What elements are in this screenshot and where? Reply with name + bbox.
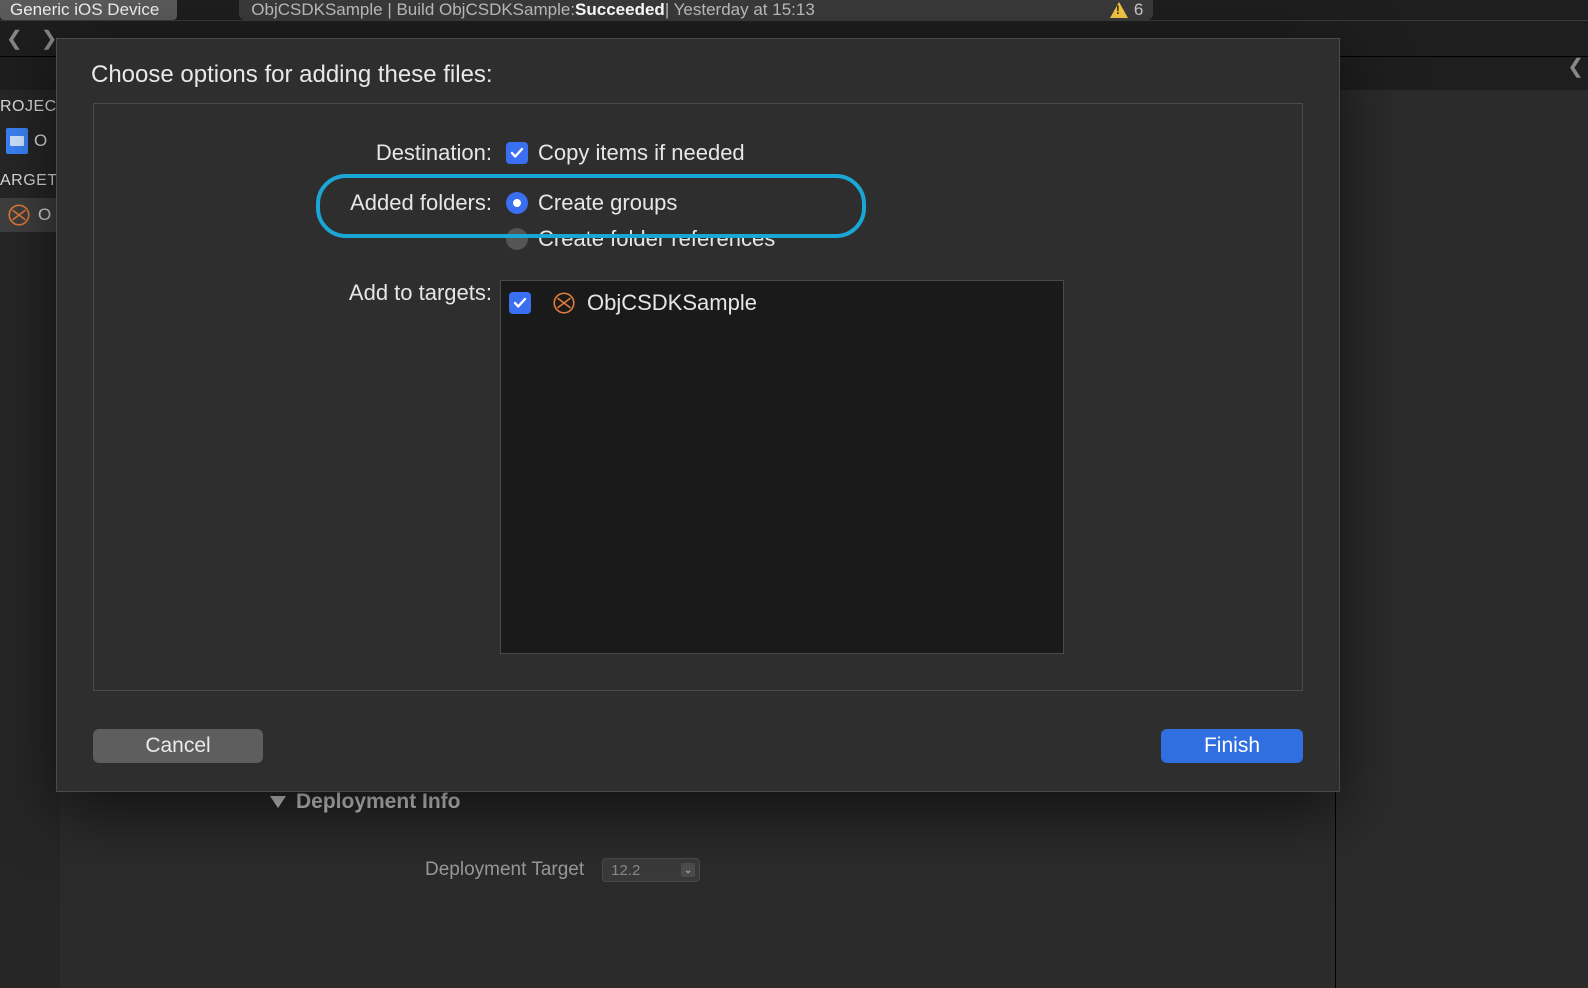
target-item-label: O xyxy=(38,205,51,225)
deployment-info-section[interactable]: Deployment Info xyxy=(270,790,461,814)
chevron-down-icon: ⌄ xyxy=(681,863,695,877)
app-icon xyxy=(551,290,577,316)
folder-references-row: Create folder references xyxy=(506,226,775,252)
warning-count: 6 xyxy=(1134,0,1143,20)
scheme-selector[interactable]: Generic iOS Device xyxy=(0,0,177,20)
checkmark-icon xyxy=(509,145,525,161)
back-button[interactable]: ❮ xyxy=(6,26,23,51)
target-row[interactable]: ObjCSDKSample xyxy=(501,281,1063,325)
create-groups-radio[interactable] xyxy=(506,192,528,214)
sheet-title: Choose options for adding these files: xyxy=(91,61,493,89)
project-header: ROJEC xyxy=(0,90,60,124)
deployment-target-select[interactable]: 12.2 ⌄ xyxy=(602,858,700,882)
finish-button[interactable]: Finish xyxy=(1161,729,1303,763)
add-to-targets-row: Add to targets: xyxy=(94,280,506,306)
toolbar: Generic iOS Device ObjCSDKSample | Build… xyxy=(0,0,1588,20)
chevron-left-icon[interactable]: ❮ xyxy=(1567,54,1584,79)
add-targets-label: Add to targets: xyxy=(94,280,492,306)
deployment-target-label: Deployment Target xyxy=(425,859,584,881)
finish-label: Finish xyxy=(1204,734,1260,758)
deployment-target-row: Deployment Target 12.2 ⌄ xyxy=(425,858,700,882)
targets-header: ARGET xyxy=(0,164,60,198)
target-item[interactable]: O xyxy=(0,198,60,232)
cancel-label: Cancel xyxy=(145,734,210,758)
activity-view: ObjCSDKSample | Build ObjCSDKSample: Suc… xyxy=(239,0,1153,20)
deployment-target-value: 12.2 xyxy=(611,862,640,879)
options-box: Destination: Copy items if needed Added … xyxy=(93,103,1303,691)
project-item[interactable]: O xyxy=(0,124,60,158)
cancel-button[interactable]: Cancel xyxy=(93,729,263,763)
activity-prefix: ObjCSDKSample | Build ObjCSDKSample: xyxy=(251,0,575,20)
targets-list[interactable]: ObjCSDKSample xyxy=(500,280,1064,654)
scheme-label: Generic iOS Device xyxy=(10,0,159,20)
target-name: ObjCSDKSample xyxy=(587,290,757,316)
create-groups-label: Create groups xyxy=(538,190,677,216)
create-refs-label: Create folder references xyxy=(538,226,775,252)
target-checkbox[interactable] xyxy=(509,292,531,314)
activity-status: Succeeded xyxy=(575,0,665,20)
added-folders-row: Added folders: Create groups xyxy=(94,190,677,216)
added-folders-label: Added folders: xyxy=(94,190,492,216)
warning-indicator[interactable]: 6 xyxy=(1110,0,1143,20)
create-refs-radio[interactable] xyxy=(506,228,528,250)
inspector-border xyxy=(1335,90,1588,988)
add-files-sheet: Choose options for adding these files: D… xyxy=(56,38,1340,792)
warning-icon xyxy=(1110,2,1128,18)
project-item-label: O xyxy=(34,131,47,151)
copy-items-label: Copy items if needed xyxy=(538,140,745,166)
checkmark-icon xyxy=(512,295,528,311)
destination-row: Destination: Copy items if needed xyxy=(94,140,745,166)
disclosure-triangle-icon xyxy=(270,796,286,808)
activity-suffix: | Yesterday at 15:13 xyxy=(665,0,815,20)
app-icon xyxy=(6,202,32,228)
project-icon xyxy=(6,128,28,154)
destination-label: Destination: xyxy=(94,140,492,166)
deployment-info-title: Deployment Info xyxy=(296,790,461,814)
navigator-panel: ROJEC O ARGET O xyxy=(0,90,61,988)
copy-items-checkbox[interactable] xyxy=(506,142,528,164)
